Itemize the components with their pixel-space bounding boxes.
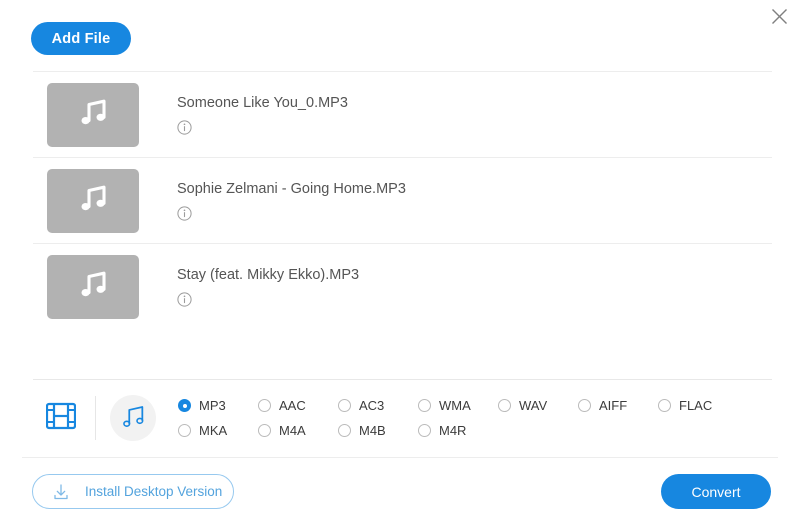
file-name: Someone Like You_0.MP3 bbox=[177, 94, 348, 112]
file-list-item[interactable]: Sophie Zelmani - Going Home.MP3 bbox=[33, 157, 772, 243]
add-file-button[interactable]: Add File bbox=[31, 22, 131, 55]
format-bar-separator bbox=[95, 396, 96, 440]
format-option-label: AC3 bbox=[359, 399, 384, 412]
format-option-ac3[interactable]: AC3 bbox=[338, 393, 418, 418]
radio-icon bbox=[658, 399, 671, 412]
file-list: Someone Like You_0.MP3 Sophie Zelmani bbox=[33, 71, 772, 329]
radio-icon bbox=[578, 399, 591, 412]
format-option-label: MKA bbox=[199, 424, 227, 437]
music-note-icon bbox=[75, 180, 111, 221]
radio-icon bbox=[418, 399, 431, 412]
file-meta: Sophie Zelmani - Going Home.MP3 bbox=[177, 180, 406, 221]
format-option-wma[interactable]: WMA bbox=[418, 393, 498, 418]
download-icon bbox=[51, 482, 71, 502]
info-circle-icon[interactable] bbox=[177, 120, 192, 135]
file-name: Sophie Zelmani - Going Home.MP3 bbox=[177, 180, 406, 198]
format-option-label: M4A bbox=[279, 424, 306, 437]
action-bar-divider bbox=[22, 457, 778, 458]
format-option-label: AAC bbox=[279, 399, 306, 412]
file-thumbnail bbox=[47, 255, 139, 319]
format-option-wav[interactable]: WAV bbox=[498, 393, 578, 418]
close-icon bbox=[771, 8, 788, 25]
format-option-label: FLAC bbox=[679, 399, 712, 412]
music-note-icon bbox=[75, 266, 111, 307]
audio-format-tab[interactable] bbox=[110, 395, 156, 441]
file-list-item[interactable]: Stay (feat. Mikky Ekko).MP3 bbox=[33, 243, 772, 329]
format-option-m4a[interactable]: M4A bbox=[258, 418, 338, 443]
film-strip-icon bbox=[46, 402, 76, 435]
install-desktop-version-button[interactable]: Install Desktop Version bbox=[32, 474, 234, 509]
format-bar-divider bbox=[33, 379, 772, 380]
format-option-mp3[interactable]: MP3 bbox=[178, 393, 258, 418]
music-note-icon bbox=[75, 94, 111, 135]
radio-icon bbox=[338, 424, 351, 437]
radio-icon bbox=[418, 424, 431, 437]
format-option-mka[interactable]: MKA bbox=[178, 418, 258, 443]
radio-icon bbox=[178, 399, 191, 412]
video-format-tab[interactable] bbox=[33, 402, 89, 435]
file-meta: Stay (feat. Mikky Ekko).MP3 bbox=[177, 266, 359, 307]
format-option-label: WMA bbox=[439, 399, 471, 412]
format-option-m4b[interactable]: M4B bbox=[338, 418, 418, 443]
music-note-icon bbox=[119, 402, 147, 435]
format-option-label: M4R bbox=[439, 424, 466, 437]
file-name: Stay (feat. Mikky Ekko).MP3 bbox=[177, 266, 359, 284]
format-option-label: AIFF bbox=[599, 399, 627, 412]
format-option-aac[interactable]: AAC bbox=[258, 393, 338, 418]
file-list-item[interactable]: Someone Like You_0.MP3 bbox=[33, 71, 772, 157]
file-meta: Someone Like You_0.MP3 bbox=[177, 94, 348, 135]
info-circle-icon[interactable] bbox=[177, 292, 192, 307]
file-thumbnail bbox=[47, 169, 139, 233]
format-option-label: MP3 bbox=[199, 399, 226, 412]
radio-icon bbox=[178, 424, 191, 437]
radio-icon bbox=[498, 399, 511, 412]
format-options-group: MP3 AAC AC3 WMA WAV AIFF FLAC MKA bbox=[178, 393, 763, 443]
radio-icon bbox=[338, 399, 351, 412]
format-option-label: M4B bbox=[359, 424, 386, 437]
radio-icon bbox=[258, 399, 271, 412]
format-option-flac[interactable]: FLAC bbox=[658, 393, 738, 418]
file-thumbnail bbox=[47, 83, 139, 147]
format-option-label: WAV bbox=[519, 399, 547, 412]
format-option-aiff[interactable]: AIFF bbox=[578, 393, 658, 418]
output-format-bar: MP3 AAC AC3 WMA WAV AIFF FLAC MKA bbox=[33, 385, 772, 451]
install-desktop-version-label: Install Desktop Version bbox=[85, 484, 222, 499]
format-option-m4r[interactable]: M4R bbox=[418, 418, 498, 443]
info-circle-icon[interactable] bbox=[177, 206, 192, 221]
close-window-button[interactable] bbox=[767, 4, 791, 28]
radio-icon bbox=[258, 424, 271, 437]
convert-button[interactable]: Convert bbox=[661, 474, 771, 509]
